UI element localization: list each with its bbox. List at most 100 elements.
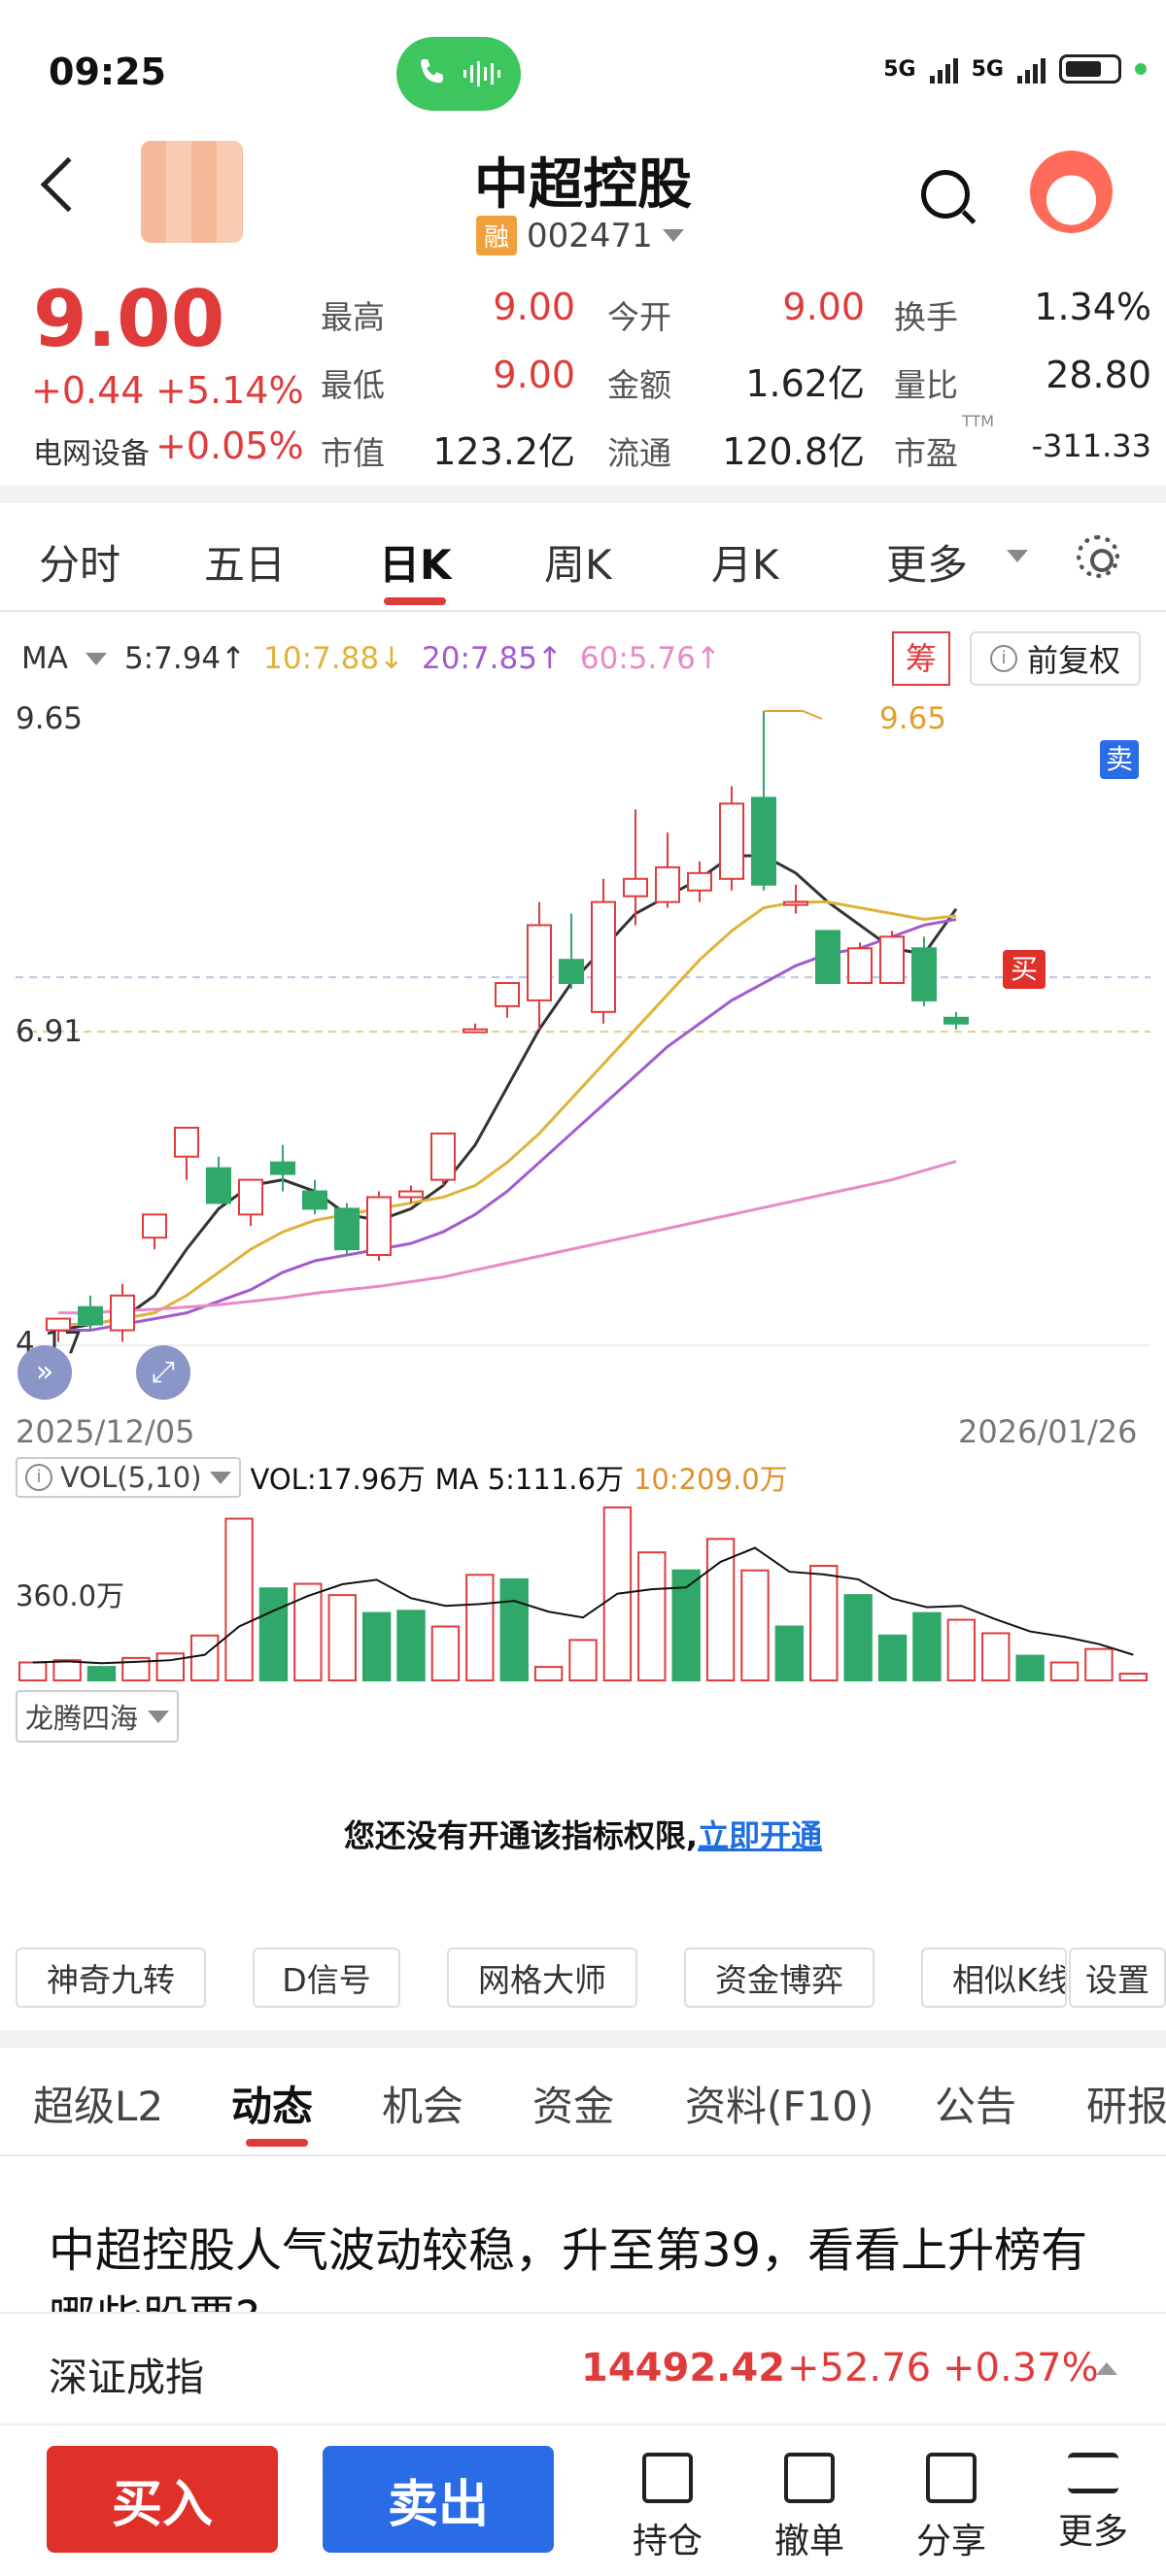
stock-code-selector[interactable]: 融 002471 [476,216,684,255]
search-icon[interactable] [921,170,970,219]
more-button[interactable]: 更多 [1040,2453,1147,2554]
candle-body [270,1161,295,1175]
ma-label: MA [21,641,68,676]
last-price: 9.00 [33,274,225,364]
candle-body [430,1132,456,1181]
candle-body [527,924,552,1001]
waveform-icon [463,61,500,86]
candle-body [943,1016,969,1025]
share-icon [926,2453,977,2503]
high-value: 9.00 [493,286,575,328]
candle-body [719,802,744,880]
buy-button[interactable]: 买入 [47,2446,278,2553]
candle-body [687,871,712,892]
adjust-type-button[interactable]: i 前复权 [970,631,1141,686]
share-button[interactable]: 分享 [898,2453,1005,2563]
indicator-selector[interactable]: 龙腾四海 [16,1690,180,1743]
indicator-btn-similar-k[interactable]: 相似K线 [921,1948,1067,2008]
sell-signal-tag[interactable]: 卖 [1100,740,1139,779]
candle-body [302,1190,327,1210]
volume-label: VOL(5,10) [60,1461,202,1494]
indicator-btn-jiuzhuan[interactable]: 神奇九转 [16,1948,206,2008]
volume-selector[interactable]: i VOL(5,10) [16,1457,241,1498]
ma10-value: 10:7.88↓ [263,641,405,676]
tab-daily-k[interactable]: 日K [379,532,452,592]
tab-announcement[interactable]: 公告 [935,2074,1016,2133]
buy-signal-tag[interactable]: 买 [1003,950,1046,989]
tab-monthly-k[interactable]: 月K [711,532,779,592]
indicator-btn-dsignal[interactable]: D信号 [253,1948,400,2008]
margin-badge: 融 [476,216,518,255]
sell-button[interactable]: 卖出 [323,2446,554,2553]
pe-label: 市盈 [894,434,958,472]
tab-news[interactable]: 动态 [231,2074,313,2133]
chip-distribution-button[interactable]: 筹 [892,631,950,686]
info-icon: i [25,1464,52,1491]
candle-body [238,1178,263,1216]
cancel-order-label: 撤单 [773,2522,844,2561]
tab-funds[interactable]: 资金 [532,2074,614,2133]
cancel-order-button[interactable]: 撤单 [756,2453,863,2563]
positions-button[interactable]: 持仓 [614,2453,721,2563]
y-axis-mid: 6.91 [16,1014,84,1049]
gear-icon[interactable] [1077,535,1119,578]
date-end: 2026/01/26 [958,1413,1138,1450]
section-divider [0,486,1166,503]
candle-body [110,1294,135,1332]
tab-intraday[interactable]: 分时 [39,532,120,592]
ma-legend[interactable]: MA 5:7.94↑ 10:7.88↓ 20:7.85↑ 60:5.76↑ [21,641,721,676]
expand-arrows-icon[interactable]: » [17,1345,72,1400]
assistant-avatar-icon[interactable] [1030,151,1113,233]
volume-bar [293,1582,323,1681]
volume-chart[interactable] [16,1501,1150,1690]
ongoing-call-pill[interactable] [396,37,521,111]
tab-weekly-k[interactable]: 周K [544,532,612,592]
vol-ma5: MA 5:111.6万 [434,1463,624,1496]
volume-bar [18,1661,48,1681]
ma20-value: 20:7.85↑ [422,641,563,676]
pe-value: -311.33 [1031,427,1151,464]
ma60-value: 60:5.76↑ [579,641,721,676]
status-icons: 5G 5G [883,54,1147,84]
signal-icon [929,54,958,84]
info-icon: i [989,645,1017,672]
tab-more[interactable]: 更多 [886,532,968,592]
volume-bar [465,1574,495,1681]
sector-change: +0.05% [155,424,304,467]
active-tab-underline [384,597,446,605]
stock-name: 中超控股 [474,153,692,217]
news-headline[interactable]: 中超控股人气波动较稳，升至第39，看看上升榜有哪些股票? [49,2217,1127,2314]
candle-body [591,900,616,1013]
vol-ratio-label: 量比 [894,366,958,404]
date-start: 2025/12/05 [16,1413,195,1450]
adjust-type-label: 前复权 [1026,642,1120,679]
chevron-up-icon[interactable] [1096,2362,1117,2375]
news-tab-underline [246,2139,308,2147]
tab-f10[interactable]: 资料(F10) [685,2074,874,2133]
network-5g-1: 5G [883,56,916,82]
volume-bar [189,1634,220,1681]
indicator-btn-fund-game[interactable]: 资金博弈 [684,1948,874,2008]
volume-bar [86,1666,117,1681]
volume-bar [877,1634,908,1681]
tab-level2[interactable]: 超级L2 [33,2074,163,2133]
indicator-btn-grid[interactable]: 网格大师 [447,1948,637,2008]
kline-chart[interactable] [16,699,1150,1399]
status-time: 09:25 [49,51,166,93]
tab-research[interactable]: 研报 [1086,2074,1166,2133]
sector-name[interactable]: 电网设备 [33,429,150,472]
tab-5day[interactable]: 五日 [204,532,286,592]
volume-bar [740,1569,770,1681]
activate-link[interactable]: 立即开通 [698,1817,822,1854]
stock-code: 002471 [527,216,653,255]
price-change: +0.44 [31,369,145,412]
high-label: 最高 [321,298,385,336]
tab-opportunity[interactable]: 机会 [382,2074,463,2133]
candle-body [655,865,680,903]
battery-icon [1059,54,1121,84]
indicator-btn-settings[interactable]: 设置 [1069,1948,1166,2008]
share-label: 分享 [915,2522,986,2561]
candle-body [334,1207,360,1251]
volume-bar [809,1565,839,1681]
fullscreen-icon[interactable]: ⤢ [136,1345,190,1400]
